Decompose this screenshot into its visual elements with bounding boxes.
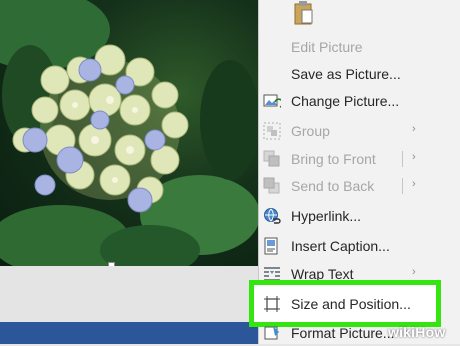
size-position-icon xyxy=(264,296,280,312)
submenu-arrow-icon: › xyxy=(412,266,416,278)
split-divider xyxy=(402,151,403,167)
watermark-logo: wikiHow xyxy=(388,324,446,340)
menu-item-change-picture[interactable]: Change Picture... xyxy=(258,88,460,114)
clipboard-icon xyxy=(294,1,313,25)
hydrangea-photo xyxy=(0,0,258,266)
menu-item-label: Bring to Front xyxy=(291,151,376,167)
group-icon xyxy=(263,122,281,140)
menu-item-label: Hyperlink... xyxy=(291,208,362,224)
menu-item-edit-picture: Edit Picture xyxy=(258,34,460,60)
send-to-back-icon xyxy=(263,177,280,194)
bring-to-front-icon xyxy=(263,150,280,167)
insert-caption-icon xyxy=(264,237,278,255)
document-image[interactable] xyxy=(0,0,258,266)
menu-item-hyperlink[interactable]: Hyperlink... xyxy=(258,203,460,229)
menu-item-save-as-picture[interactable]: Save as Picture... xyxy=(258,61,460,87)
menu-item-label: Size and Position... xyxy=(291,296,411,312)
menu-item-label: Save as Picture... xyxy=(291,66,401,82)
menu-item-label: Send to Back xyxy=(291,178,375,194)
submenu-arrow-icon: › xyxy=(412,123,416,135)
menu-item-label: Format Picture... xyxy=(291,325,395,341)
menu-item-send-to-back: Send to Back › xyxy=(258,173,460,199)
menu-item-label: Change Picture... xyxy=(291,93,400,109)
submenu-arrow-icon: › xyxy=(412,178,416,190)
change-picture-icon xyxy=(263,94,281,108)
menu-item-label: Edit Picture xyxy=(291,39,363,55)
hyperlink-icon xyxy=(264,208,281,224)
format-picture-icon xyxy=(264,326,279,340)
menu-item-label: Group xyxy=(291,123,330,139)
menu-item-group: Group › xyxy=(258,118,460,144)
menu-item-bring-to-front: Bring to Front › xyxy=(258,146,460,172)
menu-item-label: Insert Caption... xyxy=(291,238,390,254)
menu-item-size-and-position[interactable]: Size and Position... xyxy=(258,291,460,317)
menu-item-insert-caption[interactable]: Insert Caption... xyxy=(258,233,460,259)
submenu-arrow-icon: › xyxy=(412,151,416,163)
status-bar xyxy=(0,322,258,344)
document-page-background xyxy=(0,266,258,322)
split-divider xyxy=(402,178,403,194)
